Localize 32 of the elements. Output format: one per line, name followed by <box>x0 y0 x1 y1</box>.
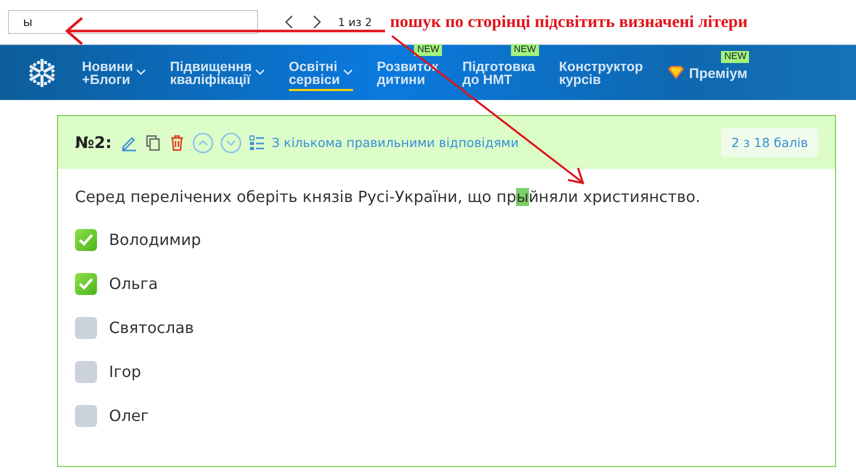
find-field[interactable]: ы <box>8 10 258 34</box>
new-badge: NEW <box>414 44 442 56</box>
match-counter: 1 из 2 <box>338 16 372 28</box>
option-label: Ольга <box>109 275 158 293</box>
checkbox[interactable] <box>75 229 97 251</box>
nav-item[interactable]: Підвищення кваліфікації <box>170 60 265 86</box>
move-down-icon[interactable] <box>220 132 242 154</box>
snowflake-logo-icon[interactable] <box>26 56 58 88</box>
new-badge: NEW <box>510 44 539 56</box>
option-label: Володимир <box>109 231 201 249</box>
diamond-icon <box>667 65 686 80</box>
annotation-text: пошук по сторінці підсвітить визначені літери <box>390 12 748 32</box>
question-number: №2: <box>75 133 112 152</box>
checkbox[interactable] <box>75 405 97 427</box>
checkbox[interactable] <box>75 317 97 339</box>
checklist-icon <box>248 134 266 152</box>
score-label: 2 з 18 балів <box>721 128 818 157</box>
question-type: З кількома правильними відповідями <box>272 135 519 150</box>
checkbox[interactable] <box>75 361 97 383</box>
checkbox[interactable] <box>75 273 97 295</box>
option-label: Олег <box>109 407 149 425</box>
option-label: Ігор <box>109 363 142 381</box>
check-icon <box>78 233 94 247</box>
nav-item[interactable]: Освітні сервіси <box>288 60 353 90</box>
nav-item[interactable]: Конструктор курсів <box>559 60 644 86</box>
move-up-icon[interactable] <box>192 132 214 154</box>
copy-icon[interactable] <box>144 134 162 152</box>
check-icon <box>78 277 94 291</box>
nav-item[interactable]: Новини +Блоги <box>82 60 146 86</box>
option-label: Святослав <box>109 319 194 337</box>
question-text: Серед перелічених оберіть князів Русі-України, що прыйняли християнство. <box>75 188 702 206</box>
new-badge: NEW <box>721 50 750 62</box>
